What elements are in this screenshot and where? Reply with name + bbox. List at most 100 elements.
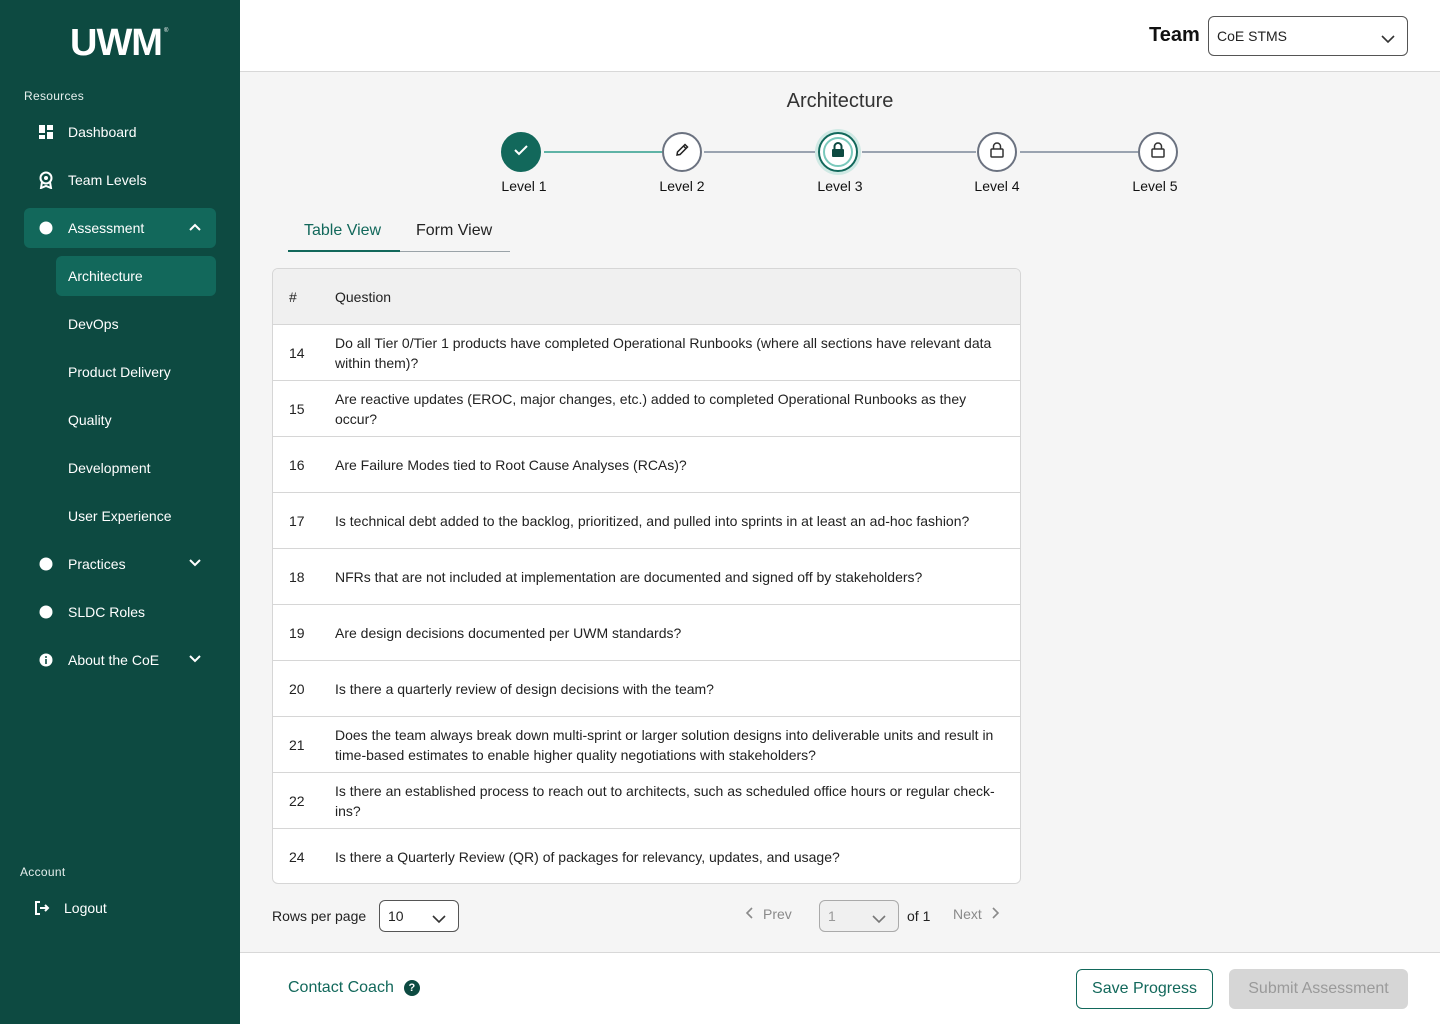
table-row[interactable]: 21 Does the team always break down multi-… bbox=[273, 717, 1020, 773]
rows-per-page-select[interactable]: 10 bbox=[379, 900, 459, 932]
logout-button[interactable]: Logout bbox=[20, 888, 212, 928]
save-progress-button[interactable]: Save Progress bbox=[1076, 969, 1213, 1009]
sidebar-item-label: SLDC Roles bbox=[68, 604, 146, 620]
sidebar-item-about-the-coe[interactable]: About the CoE bbox=[24, 640, 216, 680]
level-3-label: Level 3 bbox=[817, 178, 863, 194]
sidebar-item-label: About the CoE bbox=[68, 652, 160, 668]
chevron-down-icon[interactable] bbox=[188, 556, 202, 573]
sidebar-subitem-user-experience[interactable]: User Experience bbox=[56, 496, 216, 536]
uwm-logo[interactable]: UWM ® bbox=[70, 22, 170, 62]
row-number: 22 bbox=[289, 792, 305, 809]
table-row[interactable]: 22 Is there an established process to rea… bbox=[273, 773, 1020, 829]
sidebar-subitem-product-delivery[interactable]: Product Delivery bbox=[56, 352, 216, 392]
level-5-step[interactable] bbox=[1138, 132, 1178, 172]
row-question: Are design decisions documented per UWM … bbox=[335, 624, 682, 641]
chevron-down-icon[interactable] bbox=[188, 652, 202, 669]
stepper-connector bbox=[862, 151, 976, 153]
active-tab-indicator bbox=[288, 250, 400, 252]
row-question: Is there an established process to reach… bbox=[335, 782, 995, 819]
chevron-down-icon bbox=[1381, 31, 1395, 47]
row-question: Is there a Quarterly Review (QR) of pack… bbox=[335, 849, 840, 865]
dot-icon bbox=[24, 221, 68, 235]
page-number-value: 1 bbox=[828, 908, 836, 924]
row-number: 21 bbox=[289, 736, 305, 753]
column-header-question: Question bbox=[335, 288, 392, 305]
row-question: Do all Tier 0/Tier 1 products have compl… bbox=[335, 334, 992, 371]
rows-per-page-label: Rows per page bbox=[272, 908, 367, 924]
table-row[interactable]: 15 Are reactive updates (EROC, major chan… bbox=[273, 381, 1020, 437]
tab-table-view[interactable]: Table View bbox=[304, 222, 381, 240]
prev-page-button[interactable]: Prev bbox=[745, 906, 792, 922]
info-icon bbox=[24, 653, 68, 667]
sidebar-item-dashboard[interactable]: Dashboard bbox=[24, 112, 216, 152]
footer-bar: Contact Coach ? Save Progress Submit Ass… bbox=[240, 952, 1440, 1024]
row-number: 16 bbox=[289, 456, 305, 473]
pencil-icon bbox=[674, 142, 690, 163]
row-number: 17 bbox=[289, 512, 305, 529]
table-row[interactable]: 24 Is there a Quarterly Review (QR) of pa… bbox=[273, 829, 1020, 883]
contact-coach-link[interactable]: Contact Coach ? bbox=[288, 979, 420, 997]
page-number-select[interactable]: 1 bbox=[819, 900, 899, 932]
row-number: 19 bbox=[289, 624, 305, 641]
tab-form-view[interactable]: Form View bbox=[416, 222, 492, 240]
dot-icon bbox=[24, 557, 68, 571]
page-total-label: of 1 bbox=[907, 908, 931, 924]
level-3-step[interactable] bbox=[818, 132, 858, 172]
table-row[interactable]: 16 Are Failure Modes tied to Root Cause A… bbox=[273, 437, 1020, 493]
award-icon bbox=[24, 171, 68, 189]
next-label: Next bbox=[953, 906, 982, 922]
sidebar-item-label: Assessment bbox=[68, 220, 145, 236]
row-number: 20 bbox=[289, 680, 305, 697]
questions-table: # Question 14 Do all Tier 0/Tier 1 produc… bbox=[272, 268, 1021, 884]
sidebar-subitem-development[interactable]: Development bbox=[56, 448, 216, 488]
svg-text:UWM: UWM bbox=[70, 22, 162, 62]
row-number: 24 bbox=[289, 849, 305, 865]
rows-per-page-value: 10 bbox=[388, 908, 404, 924]
sidebar: UWM ® Resources Dashboard Team Levels As… bbox=[0, 0, 240, 1024]
level-1-label: Level 1 bbox=[501, 178, 547, 194]
row-question: Does the team always break down multi-sp… bbox=[335, 726, 994, 763]
level-4-step[interactable] bbox=[977, 132, 1017, 172]
svg-text:®: ® bbox=[164, 27, 169, 34]
dashboard-icon bbox=[24, 125, 68, 139]
sidebar-item-sldc-roles[interactable]: SLDC Roles bbox=[24, 592, 216, 632]
stepper-connector bbox=[1020, 151, 1138, 153]
sidebar-item-assessment[interactable]: Assessment bbox=[24, 208, 216, 248]
row-question: Are reactive updates (EROC, major change… bbox=[335, 390, 967, 427]
level-2-step[interactable] bbox=[662, 132, 702, 172]
lock-icon bbox=[831, 141, 845, 163]
row-question: Is technical debt added to the backlog, … bbox=[335, 512, 970, 529]
team-label: Team bbox=[1149, 24, 1200, 46]
sidebar-subitem-devops[interactable]: DevOps bbox=[56, 304, 216, 344]
row-question: Are Failure Modes tied to Root Cause Ana… bbox=[335, 456, 687, 473]
chevron-down-icon bbox=[432, 911, 446, 927]
account-label: Account bbox=[20, 865, 66, 879]
table-row[interactable]: 18 NFRs that are not included at implemen… bbox=[273, 549, 1020, 605]
stepper-connector bbox=[544, 151, 662, 153]
row-number: 14 bbox=[289, 344, 305, 361]
table-row[interactable]: 20 Is there a quarterly review of design … bbox=[273, 661, 1020, 717]
row-question: Is there a quarterly review of design de… bbox=[335, 680, 714, 697]
row-number: 18 bbox=[289, 568, 305, 585]
submit-assessment-button[interactable]: Submit Assessment bbox=[1229, 969, 1408, 1009]
level-3-ring bbox=[823, 137, 853, 167]
table-row[interactable]: 17 Is technical debt added to the backlog… bbox=[273, 493, 1020, 549]
lock-icon bbox=[1151, 141, 1165, 163]
level-1-step[interactable] bbox=[501, 132, 541, 172]
team-select-value: CoE STMS bbox=[1217, 28, 1288, 44]
sidebar-subitem-architecture[interactable]: Architecture bbox=[56, 256, 216, 296]
contact-coach-label: Contact Coach bbox=[288, 979, 394, 996]
next-page-button[interactable]: Next bbox=[953, 906, 1000, 922]
sidebar-item-team-levels[interactable]: Team Levels bbox=[24, 160, 216, 200]
sidebar-subitem-quality[interactable]: Quality bbox=[56, 400, 216, 440]
view-tabs: Table View Form View bbox=[288, 212, 510, 252]
team-select[interactable]: CoE STMS bbox=[1208, 16, 1408, 56]
table-row[interactable]: 14 Do all Tier 0/Tier 1 products have com… bbox=[273, 325, 1020, 381]
chevron-right-icon bbox=[992, 906, 1000, 922]
chevron-up-icon[interactable] bbox=[188, 220, 202, 237]
level-4-label: Level 4 bbox=[974, 178, 1020, 194]
logout-label: Logout bbox=[64, 900, 107, 916]
table-row[interactable]: 19 Are design decisions documented per UW… bbox=[273, 605, 1020, 661]
check-icon bbox=[514, 143, 528, 161]
sidebar-item-practices[interactable]: Practices bbox=[24, 544, 216, 584]
